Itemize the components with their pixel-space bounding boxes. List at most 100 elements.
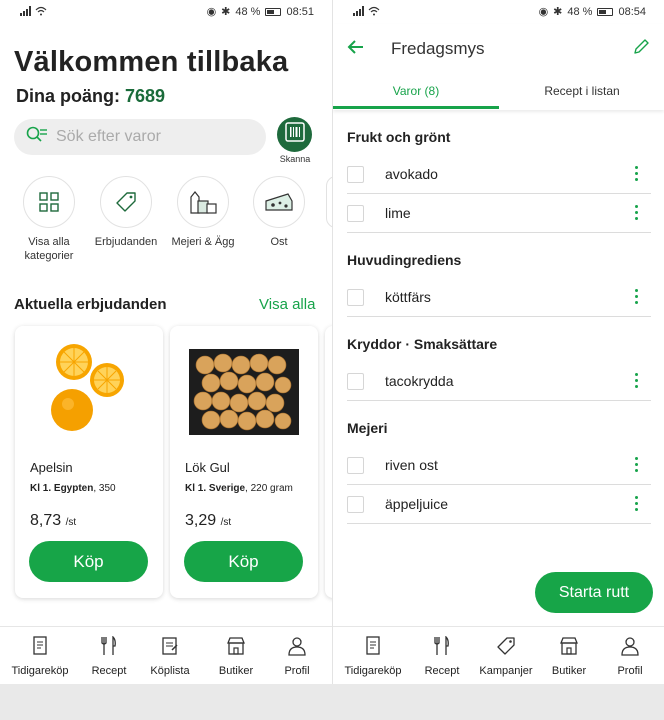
store-icon	[227, 637, 245, 655]
list-icon	[162, 637, 178, 655]
price-unit: /st	[220, 517, 232, 528]
item-checkbox[interactable]	[347, 496, 364, 513]
signal-icon	[353, 6, 381, 16]
clock: 08:54	[618, 5, 646, 18]
scan-button[interactable]	[277, 117, 312, 152]
item-label: tacokrydda	[385, 373, 454, 389]
signal-icon	[20, 6, 48, 16]
receipt-icon	[366, 636, 380, 655]
item-checkbox[interactable]	[347, 457, 364, 474]
product-name: Lök Gul	[185, 460, 230, 475]
more-vert-icon[interactable]	[635, 373, 639, 389]
pencil-icon	[634, 39, 649, 54]
bluetooth-icon: ✱	[553, 6, 563, 18]
item-label: avokado	[385, 166, 438, 182]
item-checkbox[interactable]	[347, 289, 364, 306]
tab-tidigarekop[interactable]: Tidigareköp	[340, 636, 406, 677]
list-item[interactable]: köttfärs	[347, 279, 651, 317]
category-cheese[interactable]: Ost	[246, 176, 312, 249]
status-bar: ◉ ✱ 48 % 08:54	[333, 0, 664, 24]
price-unit: /st	[65, 517, 77, 528]
category-dairy[interactable]: Mejeri & Ägg	[170, 176, 236, 249]
orange-image	[15, 334, 163, 450]
item-label: köttfärs	[385, 289, 431, 305]
group-title: Frukt och grönt	[347, 129, 451, 145]
tab-label: Butiker	[218, 665, 254, 677]
tab-kampanjer[interactable]: Kampanjer	[473, 636, 539, 677]
points-label: Dina poäng:	[16, 86, 120, 106]
item-label: äppeljuice	[385, 496, 449, 512]
more-vert-icon[interactable]	[635, 205, 639, 221]
tab-label: Kampanjer	[479, 665, 533, 677]
clock: 08:51	[286, 5, 314, 18]
battery-percent: 48 %	[567, 5, 593, 18]
category-label: Ost	[270, 236, 288, 248]
tab-butiker[interactable]: Butiker	[203, 636, 269, 677]
welcome-title: Välkommen tillbaka	[14, 46, 289, 78]
product-card[interactable]: Apelsin Kl 1. Egypten, 350 8,73 /st Köp	[15, 326, 163, 598]
list-item[interactable]: äppeljuice	[347, 486, 651, 524]
offers-show-all-link[interactable]: Visa alla	[259, 296, 315, 313]
cheese-icon	[253, 176, 305, 228]
points: Dina poäng: 7689	[16, 86, 165, 107]
tab-indicator	[333, 106, 499, 109]
tab-profil[interactable]: Profil	[597, 636, 663, 677]
tab-recept[interactable]: Recept	[409, 635, 475, 677]
item-checkbox[interactable]	[347, 373, 364, 390]
search-input[interactable]: Sök efter varor	[14, 119, 266, 155]
tab-recept[interactable]: Recept	[76, 635, 142, 677]
cutlery-icon	[101, 635, 116, 655]
battery-icon	[265, 7, 282, 16]
tab-butiker[interactable]: Butiker	[536, 636, 602, 677]
more-vert-icon[interactable]	[635, 289, 639, 305]
item-checkbox[interactable]	[347, 205, 364, 222]
product-price: 8,73 /st	[30, 512, 76, 530]
cutlery-icon	[434, 635, 449, 655]
category-label: Erbjudanden	[94, 236, 158, 248]
receipt-icon	[33, 636, 47, 655]
group-title: Kryddor · Smaksättare	[347, 336, 498, 352]
product-card[interactable]: Lök Gul Kl 1. Sverige, 220 gram 3,29 /st…	[170, 326, 318, 598]
item-label: lime	[385, 205, 411, 221]
list-item[interactable]: avokado	[347, 156, 651, 194]
list-item[interactable]: lime	[347, 195, 651, 233]
item-checkbox[interactable]	[347, 166, 364, 183]
product-origin: Kl 1. Egypten	[30, 483, 94, 494]
tab-tidigarekop[interactable]: Tidigareköp	[7, 636, 73, 677]
more-vert-icon[interactable]	[635, 166, 639, 182]
tab-recept-i-listan[interactable]: Recept i listan	[499, 84, 664, 98]
category-all[interactable]: Visa alla kategorier	[16, 176, 82, 263]
list-item[interactable]: riven ost	[347, 447, 651, 485]
bluetooth-icon: ✱	[221, 6, 231, 18]
scan-label: Skanna	[279, 154, 311, 164]
more-vert-icon[interactable]	[635, 496, 639, 512]
buy-button[interactable]: Köp	[29, 541, 148, 582]
back-button[interactable]	[347, 38, 365, 61]
bottom-tab-bar: Tidigareköp Recept Köplista Butiker Prof…	[0, 626, 332, 684]
points-value: 7689	[125, 86, 166, 106]
list-item[interactable]: tacokrydda	[347, 363, 651, 401]
list-title: Fredagsmys	[391, 39, 485, 58]
product-size: , 350	[93, 483, 116, 494]
category-offers[interactable]: Erbjudanden	[93, 176, 159, 249]
edit-button[interactable]	[632, 38, 650, 61]
product-desc: Kl 1. Sverige, 220 gram	[185, 483, 293, 494]
arrow-left-icon	[347, 40, 363, 54]
category-label: Mejeri & Ägg	[171, 236, 235, 248]
group-title: Mejeri	[347, 420, 388, 436]
tab-koplista[interactable]: Köplista	[137, 636, 203, 677]
tag-icon	[100, 176, 152, 228]
price-value: 8,73	[30, 512, 62, 529]
more-vert-icon[interactable]	[635, 457, 639, 473]
shopping-list-screen: ◉ ✱ 48 % 08:54 Fredagsmys Varor (8) Rece…	[332, 0, 664, 684]
tab-profil[interactable]: Profil	[264, 636, 330, 677]
profile-icon	[621, 637, 639, 656]
home-screen: ◉ ✱ 48 % 08:51 Välkommen tillbaka Dina p…	[0, 0, 332, 684]
store-icon	[560, 637, 578, 655]
buy-button[interactable]: Köp	[184, 541, 303, 582]
product-price: 3,29 /st	[185, 512, 231, 530]
price-value: 3,29	[185, 512, 217, 529]
start-route-button[interactable]: Starta rutt	[535, 572, 653, 613]
barcode-icon	[284, 122, 305, 147]
tab-varor[interactable]: Varor (8)	[333, 84, 499, 98]
